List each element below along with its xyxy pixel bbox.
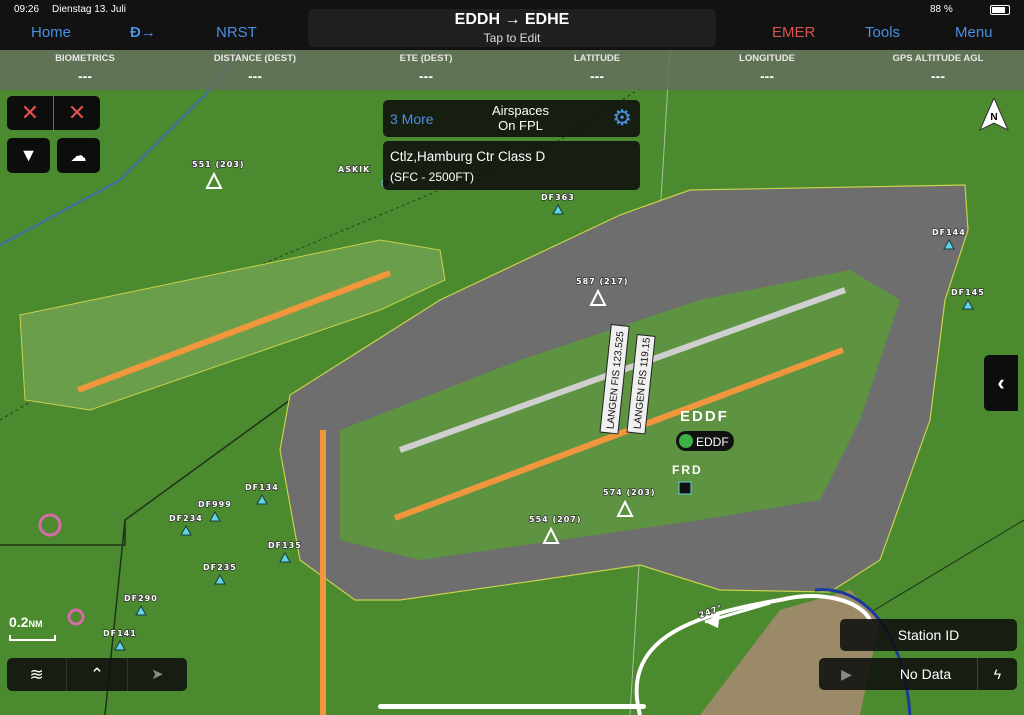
map-toolbar: ≋ ⌃ ➤ [7, 658, 187, 691]
obstacle-label: 551 (203) [192, 160, 245, 169]
clock: 09:26 [14, 4, 40, 15]
home-indicator[interactable] [378, 704, 646, 709]
airspace-altitudes: (SFC - 2500FT) [390, 170, 475, 184]
tools-button[interactable]: Tools [865, 24, 900, 41]
waypoint-label: DF290 [124, 594, 158, 603]
instrument-latitude: LATITUDE --- [573, 53, 621, 84]
waypoint-label: DF235 [203, 563, 237, 572]
obstacle-label: 554 (207) [529, 515, 582, 524]
waypoint-label: DF999 [198, 500, 232, 509]
instrument-gps-agl: GPS ALTITUDE AGL --- [892, 53, 984, 84]
chevron-left-icon[interactable]: ‹ [984, 355, 1018, 411]
scale-bar: 0.2NM [9, 614, 56, 641]
flight-plan-button[interactable]: EDDH → EDHE Tap to Edit [308, 9, 716, 47]
instrument-ete: ETE (DEST) --- [399, 53, 453, 84]
obstacle-label: 587 (217) [576, 277, 629, 286]
airspace-item[interactable]: Ctlz,Hamburg Ctr Class D (SFC - 2500FT) [383, 141, 640, 190]
track-up-icon[interactable]: ➤ [128, 658, 187, 691]
obstacle-label: 574 (203) [603, 488, 656, 497]
vor-label: FRD [672, 463, 703, 477]
fix-label: ASKIK [338, 165, 370, 174]
play-icon[interactable]: ▶ [819, 658, 874, 690]
tap-to-edit: Tap to Edit [483, 31, 541, 45]
svg-text:EDDF: EDDF [696, 435, 729, 449]
airspace-title-2: On FPL [498, 118, 543, 133]
home-button[interactable]: Home [31, 24, 71, 41]
waypoint-label: DF144 [932, 228, 966, 237]
instrument-longitude: LONGITUDE --- [739, 53, 795, 84]
layers-icon[interactable]: ≋ [7, 658, 68, 691]
waypoint-label: DF145 [951, 288, 985, 297]
ads-b-off-icon[interactable]: ✕ [7, 96, 53, 130]
gear-icon[interactable]: ⚙ [612, 105, 632, 131]
emer-button[interactable]: EMER [772, 24, 815, 41]
waypoint-label: DF363 [541, 193, 575, 202]
compass-north-icon[interactable]: N [978, 96, 1010, 132]
filter-icon[interactable]: ▼ [7, 138, 50, 173]
station-player: ▶ No Data ϟ [819, 658, 1017, 690]
instrument-biometrics: BIOMETRICS --- [55, 53, 115, 84]
station-id-button[interactable]: Station ID [840, 619, 1017, 651]
airspace-header: 3 More Airspaces On FPL ⚙ [383, 100, 640, 137]
airport-chip[interactable]: EDDF [676, 431, 734, 451]
waypoint-label: DF234 [169, 514, 203, 523]
route-title: EDDH → EDHE [454, 11, 570, 28]
instrument-distance: DISTANCE (DEST) --- [213, 53, 297, 84]
date: Dienstag 13. Juli [52, 4, 126, 15]
battery-icon [990, 5, 1010, 15]
nrst-button[interactable]: NRST [216, 24, 257, 41]
direct-to-icon[interactable]: Ð→ [130, 24, 156, 41]
waypoint-label: DF135 [268, 541, 302, 550]
menu-button[interactable]: Menu [955, 24, 993, 41]
vor-icon[interactable] [678, 481, 692, 495]
battery-percent: 88 % [930, 4, 953, 15]
airport-label: EDDF [680, 408, 729, 425]
station-status: No Data [899, 666, 952, 682]
waypoint-label: DF134 [245, 483, 279, 492]
top-bar: 09:26 Dienstag 13. Juli 88 % Home Ð→ NRS… [0, 0, 1024, 50]
tower-off-icon[interactable]: ✕ [54, 96, 100, 130]
instrument-strip[interactable]: BIOMETRICS --- DISTANCE (DEST) --- ETE (DE… [0, 50, 1024, 90]
more-airspaces-button[interactable]: 3 More [390, 111, 434, 127]
profile-icon[interactable]: ⌃ [67, 658, 128, 691]
weather-off-icon[interactable]: ☁ [57, 138, 100, 173]
airspace-name: Ctlz,Hamburg Ctr Class D [390, 149, 546, 164]
waypoint-label: DF141 [103, 629, 137, 638]
airspace-title-1: Airspaces [491, 103, 550, 118]
lightning-icon[interactable]: ϟ [977, 658, 1017, 690]
